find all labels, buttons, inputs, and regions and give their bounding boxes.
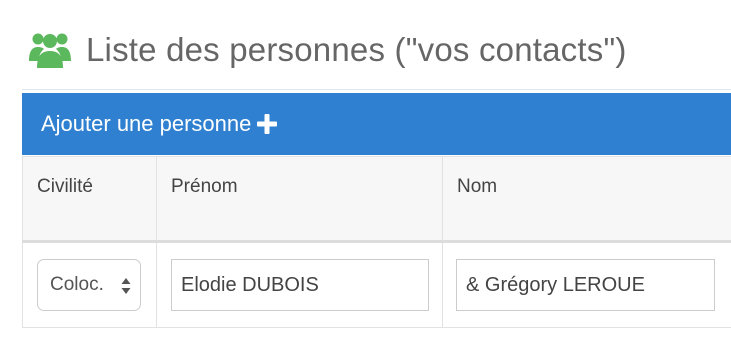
- column-header-prenom: Prénom: [156, 156, 443, 243]
- table-row: Coloc.: [22, 241, 731, 328]
- nom-cell: [442, 241, 731, 328]
- header-divider: [22, 89, 731, 90]
- persons-table: Civilité Prénom Nom Coloc.: [22, 156, 731, 328]
- page-header: Liste des personnes ("vos contacts"): [28, 28, 627, 72]
- page-title: Liste des personnes ("vos contacts"): [86, 31, 627, 68]
- column-header-civilite: Civilité: [22, 156, 157, 243]
- add-person-button[interactable]: Ajouter une personne: [22, 93, 731, 155]
- select-arrows-icon: [121, 278, 131, 294]
- prenom-cell: [156, 241, 443, 328]
- add-person-label: Ajouter une personne: [41, 111, 252, 136]
- plus-icon: [257, 114, 278, 134]
- civilite-select-value: Coloc.: [50, 274, 104, 295]
- table-header-row: Civilité Prénom Nom: [22, 156, 731, 243]
- nom-input[interactable]: [456, 259, 715, 311]
- users-icon: [29, 33, 71, 68]
- civilite-cell: Coloc.: [22, 241, 157, 328]
- prenom-input[interactable]: [171, 259, 429, 311]
- column-header-nom: Nom: [442, 156, 731, 243]
- civilite-select[interactable]: Coloc.: [37, 259, 141, 311]
